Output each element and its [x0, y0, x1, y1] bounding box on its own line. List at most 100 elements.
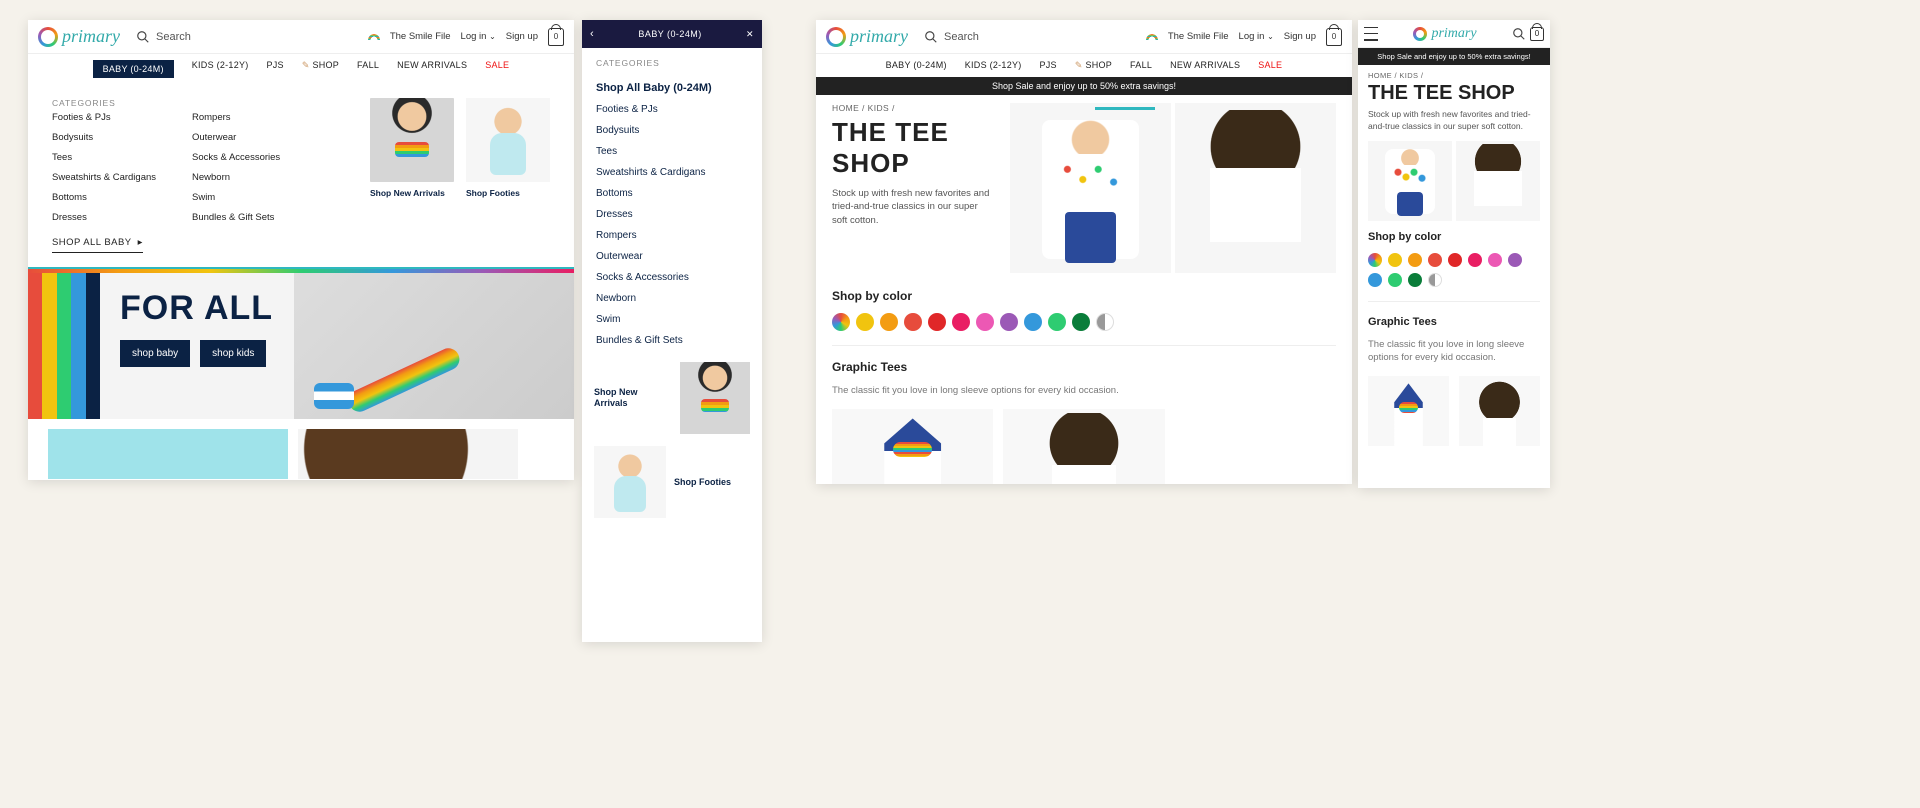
shop-all-baby-link[interactable]: SHOP ALL BABY▸: [52, 237, 143, 253]
mm-link[interactable]: Footies & PJs: [596, 104, 748, 115]
mm-card-new-arrivals[interactable]: Shop New Arrivals: [370, 98, 454, 253]
color-swatch[interactable]: [976, 313, 994, 331]
nav-sale[interactable]: SALE: [1258, 60, 1282, 71]
color-swatch[interactable]: [1388, 273, 1402, 287]
color-swatch[interactable]: [1000, 313, 1018, 331]
color-swatch[interactable]: [1048, 313, 1066, 331]
color-swatch[interactable]: [1024, 313, 1042, 331]
nav-sale[interactable]: SALE: [485, 60, 509, 78]
nav-shop[interactable]: ✎ SHOP: [1075, 60, 1112, 71]
nav-pjs[interactable]: PJS: [1040, 60, 1057, 71]
signup-link[interactable]: Sign up: [506, 31, 538, 42]
mm-link[interactable]: Newborn: [596, 293, 748, 304]
secondary-image[interactable]: [298, 429, 518, 479]
color-swatch[interactable]: [1408, 273, 1422, 287]
color-swatch[interactable]: [952, 313, 970, 331]
bag-count: 0: [1535, 29, 1539, 38]
bag-icon[interactable]: 0: [1326, 28, 1342, 46]
brand-logo[interactable]: primary: [38, 26, 120, 47]
mm-link[interactable]: Swim: [192, 192, 302, 203]
nav-baby[interactable]: BABY (0-24M): [93, 60, 174, 78]
signup-link[interactable]: Sign up: [1284, 31, 1316, 42]
mm-link-shop-all[interactable]: Shop All Baby (0-24M): [596, 82, 748, 94]
mm-link[interactable]: Newborn: [192, 172, 302, 183]
mm-link[interactable]: Bodysuits: [596, 125, 748, 136]
mobile-feature-new-arrivals[interactable]: Shop New Arrivals: [582, 356, 762, 440]
secondary-promo[interactable]: [48, 429, 288, 479]
hamburger-icon[interactable]: [1364, 27, 1378, 41]
bag-icon[interactable]: 0: [1530, 27, 1544, 41]
color-swatch[interactable]: [880, 313, 898, 331]
color-swatch[interactable]: [1428, 273, 1442, 287]
brand-logo[interactable]: primary: [1413, 26, 1476, 42]
product-card[interactable]: [832, 409, 993, 484]
color-swatch[interactable]: [904, 313, 922, 331]
bc-home[interactable]: HOME: [832, 103, 859, 113]
mm-link[interactable]: Swim: [596, 314, 748, 325]
shop-kids-button[interactable]: shop kids: [200, 340, 266, 367]
nav-baby[interactable]: BABY (0-24M): [886, 60, 947, 71]
mm-link[interactable]: Sweatshirts & Cardigans: [52, 172, 162, 183]
color-swatch[interactable]: [1072, 313, 1090, 331]
mm-link[interactable]: Dresses: [596, 209, 748, 220]
mm-link[interactable]: Outerwear: [192, 132, 302, 143]
promo-banner[interactable]: Shop Sale and enjoy up to 50% extra savi…: [816, 77, 1352, 95]
color-swatch[interactable]: [1468, 253, 1482, 267]
product-card[interactable]: [1459, 376, 1540, 446]
brand-logo[interactable]: primary: [826, 26, 908, 47]
nav-fall[interactable]: FALL: [1130, 60, 1152, 71]
color-swatch[interactable]: [1428, 253, 1442, 267]
nav-kids[interactable]: KIDS (2-12Y): [965, 60, 1022, 71]
smile-file-link[interactable]: The Smile File: [390, 31, 451, 42]
product-card[interactable]: [1368, 376, 1449, 446]
color-swatch[interactable]: [928, 313, 946, 331]
color-swatch[interactable]: [1096, 313, 1114, 331]
mm-link[interactable]: Tees: [596, 146, 748, 157]
color-swatch[interactable]: [856, 313, 874, 331]
mm-link[interactable]: Sweatshirts & Cardigans: [596, 167, 748, 178]
mm-link[interactable]: Tees: [52, 152, 162, 163]
bag-icon[interactable]: 0: [548, 28, 564, 46]
color-swatch[interactable]: [832, 313, 850, 331]
smile-file-link[interactable]: The Smile File: [1168, 31, 1229, 42]
mm-link[interactable]: Socks & Accessories: [192, 152, 302, 163]
search[interactable]: Search: [136, 30, 191, 44]
mm-link[interactable]: Bundles & Gift Sets: [596, 335, 748, 346]
promo-banner[interactable]: Shop Sale and enjoy up to 50% extra savi…: [1358, 48, 1550, 65]
mm-link[interactable]: Footies & PJs: [52, 112, 162, 123]
mm-link[interactable]: Bodysuits: [52, 132, 162, 143]
mm-link[interactable]: Rompers: [596, 230, 748, 241]
bc-kids[interactable]: KIDS: [868, 103, 890, 113]
mm-link[interactable]: Outerwear: [596, 251, 748, 262]
nav-new[interactable]: NEW ARRIVALS: [397, 60, 467, 78]
color-swatch[interactable]: [1368, 253, 1382, 267]
nav-fall[interactable]: FALL: [357, 60, 379, 78]
close-icon[interactable]: ✕: [746, 29, 754, 40]
search[interactable]: Search: [924, 30, 979, 44]
mm-link[interactable]: Bottoms: [596, 188, 748, 199]
mm-link[interactable]: Rompers: [192, 112, 302, 123]
bc-kids[interactable]: KIDS: [1399, 71, 1418, 80]
shop-baby-button[interactable]: shop baby: [120, 340, 190, 367]
color-swatch[interactable]: [1448, 253, 1462, 267]
nav-shop[interactable]: ✎ SHOP: [302, 60, 339, 78]
mm-card-footies[interactable]: Shop Footies: [466, 98, 550, 253]
color-swatch[interactable]: [1368, 273, 1382, 287]
mm-link[interactable]: Socks & Accessories: [596, 272, 748, 283]
mm-link[interactable]: Bundles & Gift Sets: [192, 212, 302, 223]
color-swatch[interactable]: [1488, 253, 1502, 267]
nav-kids[interactable]: KIDS (2-12Y): [192, 60, 249, 78]
bc-home[interactable]: HOME: [1368, 71, 1392, 80]
nav-pjs[interactable]: PJS: [267, 60, 284, 78]
color-swatch[interactable]: [1408, 253, 1422, 267]
color-swatch[interactable]: [1388, 253, 1402, 267]
login-link[interactable]: Log in ⌄: [461, 31, 496, 42]
search-icon[interactable]: [1512, 27, 1526, 41]
mm-link[interactable]: Dresses: [52, 212, 162, 223]
color-swatch[interactable]: [1508, 253, 1522, 267]
product-card[interactable]: [1003, 409, 1164, 484]
mobile-feature-footies[interactable]: Shop Footies: [582, 440, 762, 524]
login-link[interactable]: Log in ⌄: [1239, 31, 1274, 42]
mm-link[interactable]: Bottoms: [52, 192, 162, 203]
nav-new[interactable]: NEW ARRIVALS: [1170, 60, 1240, 71]
